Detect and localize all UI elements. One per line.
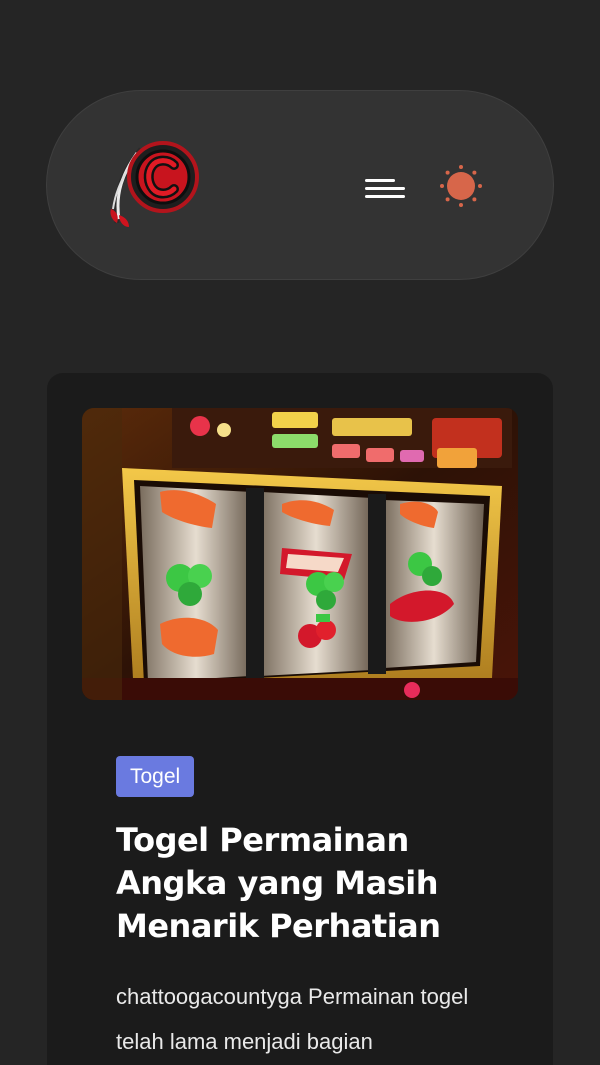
post-excerpt: chattoogacountyga Permainan togel telah … <box>116 984 469 1054</box>
post-card: Togel Togel Permainan Angka yang Masih M… <box>47 373 553 1065</box>
menu-button[interactable] <box>363 173 407 203</box>
sun-icon <box>440 165 482 207</box>
feather-c-logo-icon <box>110 141 199 227</box>
post-thumbnail[interactable] <box>82 408 518 700</box>
slot-machine-image <box>82 408 518 700</box>
site-logo[interactable] <box>107 139 207 231</box>
page: Togel Togel Permainan Angka yang Masih M… <box>0 0 600 1065</box>
site-header <box>46 90 554 280</box>
theme-toggle-button[interactable] <box>439 164 483 208</box>
category-badge[interactable]: Togel <box>116 756 195 797</box>
post-title[interactable]: Togel Permainan Angka yang Masih Menarik… <box>116 819 496 948</box>
